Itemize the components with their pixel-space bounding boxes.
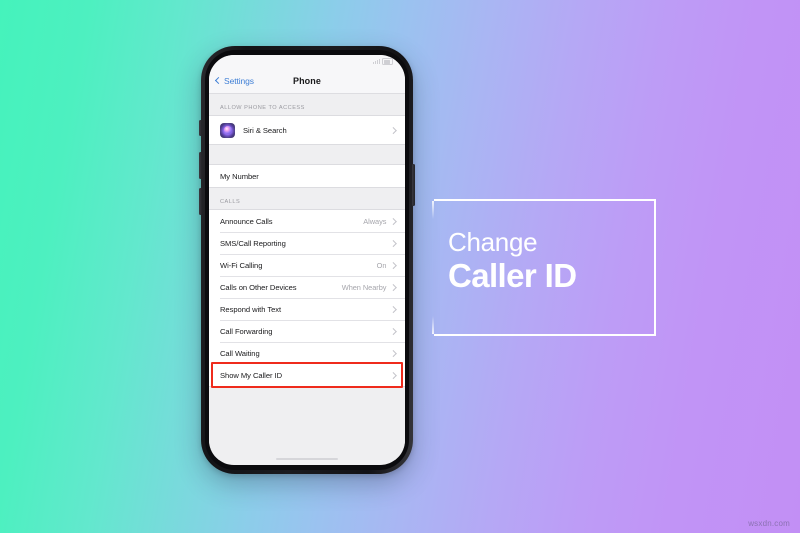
list-item-sms-call-reporting[interactable]: SMS/Call Reporting: [209, 232, 405, 254]
silent-switch-button[interactable]: [199, 120, 202, 136]
list-item-label: Show My Caller ID: [220, 370, 283, 380]
list-item-label: My Number: [220, 171, 259, 181]
list-item-call-waiting[interactable]: Call Waiting: [209, 342, 405, 364]
phone-screen: Settings Phone ALLOW PHONE TO ACCESS Sir…: [209, 55, 405, 465]
list-item-label: Call Waiting: [220, 348, 260, 358]
volume-up-button[interactable]: [199, 152, 202, 179]
list-item-label: Calls on Other Devices: [220, 282, 297, 292]
callout-text: Change Caller ID: [448, 227, 577, 295]
chevron-right-icon: [390, 349, 397, 357]
watermark: wsxdn.com: [748, 519, 790, 528]
siri-icon: [220, 122, 235, 138]
signal-bars-icon: [373, 59, 380, 64]
phone-mockup: Settings Phone ALLOW PHONE TO ACCESS Sir…: [199, 46, 415, 474]
settings-group-allow-access: Siri & Search: [209, 115, 405, 145]
back-to-settings-button[interactable]: Settings: [214, 75, 254, 86]
battery-icon: [382, 58, 393, 65]
list-item-announce-calls[interactable]: Announce Calls Always: [209, 210, 405, 232]
status-bar-indicators: [373, 58, 393, 65]
list-item-respond-with-text[interactable]: Respond with Text: [209, 298, 405, 320]
list-item-value: On: [376, 260, 387, 270]
section-header-calls: CALLS: [220, 199, 241, 205]
callout-panel: Change Caller ID: [432, 199, 656, 336]
chevron-right-icon: [390, 261, 397, 269]
list-item-show-my-caller-id[interactable]: Show My Caller ID: [209, 364, 405, 386]
settings-group-my-number: My Number: [209, 164, 405, 188]
list-item-value: When Nearby: [341, 282, 387, 292]
list-item-value: Always: [363, 216, 387, 226]
volume-down-button[interactable]: [199, 188, 202, 215]
list-item-label: Wi-Fi Calling: [220, 260, 263, 270]
chevron-right-icon: [390, 327, 397, 335]
list-item-label: Respond with Text: [220, 304, 282, 314]
back-button-label: Settings: [224, 75, 254, 86]
list-item-label: SMS/Call Reporting: [220, 238, 286, 248]
list-item-siri-and-search[interactable]: Siri & Search: [209, 116, 405, 144]
chevron-left-icon: [214, 76, 223, 85]
list-item-wifi-calling[interactable]: Wi-Fi Calling On: [209, 254, 405, 276]
settings-group-calls: Announce Calls Always SMS/Call Reporting…: [209, 209, 405, 388]
chevron-right-icon: [390, 126, 397, 134]
list-item-label: Call Forwarding: [220, 326, 273, 336]
chevron-right-icon: [390, 305, 397, 313]
section-header-allow-access: ALLOW PHONE TO ACCESS: [220, 105, 305, 111]
settings-list[interactable]: ALLOW PHONE TO ACCESS Siri & Search My N…: [209, 94, 405, 460]
status-bar: [209, 55, 405, 68]
chevron-right-icon: [390, 217, 397, 225]
chevron-right-icon: [390, 239, 397, 247]
list-item-label: Announce Calls: [220, 216, 273, 226]
list-item-label: Siri & Search: [243, 125, 287, 135]
chevron-right-icon: [390, 283, 397, 291]
list-item-calls-on-other-devices[interactable]: Calls on Other Devices When Nearby: [209, 276, 405, 298]
home-indicator: [276, 457, 338, 460]
highlighted-row-wrapper: Show My Caller ID: [209, 362, 405, 388]
callout-line-1: Change: [448, 227, 538, 257]
list-item-my-number[interactable]: My Number: [209, 165, 405, 187]
list-item-call-forwarding[interactable]: Call Forwarding: [209, 320, 405, 342]
power-button[interactable]: [412, 164, 415, 206]
callout-line-2: Caller ID: [448, 257, 577, 295]
screenshot-canvas: Settings Phone ALLOW PHONE TO ACCESS Sir…: [0, 0, 800, 533]
navigation-bar: Settings Phone: [209, 68, 405, 94]
chevron-right-icon: [390, 371, 397, 379]
